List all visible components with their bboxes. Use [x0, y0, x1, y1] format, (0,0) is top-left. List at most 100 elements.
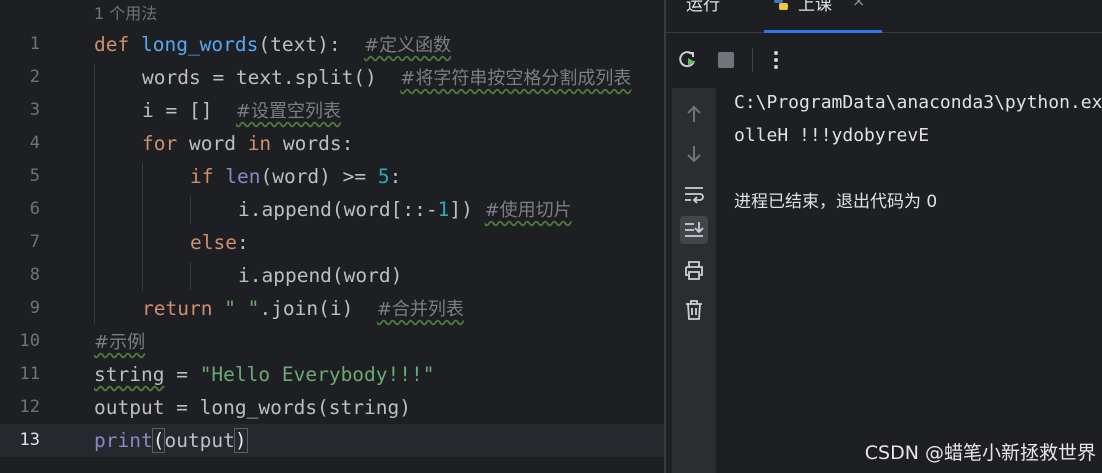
- code-line-13[interactable]: print(output): [94, 424, 248, 457]
- code-line-12[interactable]: output = long_words(string): [94, 391, 411, 424]
- console-output[interactable]: C:\ProgramData\anaconda3\python.exe olle…: [734, 88, 1102, 473]
- code-text: (text):: [258, 33, 365, 56]
- code-line-2[interactable]: words = text.split() #将字符串按空格分割成列表: [142, 61, 631, 94]
- code-text: =: [164, 363, 200, 386]
- indent-guide: [94, 64, 95, 324]
- line-number: 8: [29, 265, 40, 285]
- builtin-print: print: [94, 429, 153, 452]
- close-paren: ): [233, 428, 248, 453]
- line-number: 1: [29, 34, 40, 54]
- comment: #使用切片: [484, 200, 572, 221]
- line-number: 12: [19, 397, 40, 417]
- code-text: words = text.split(): [142, 66, 401, 89]
- code-text: i = []: [142, 99, 236, 122]
- code-line-5[interactable]: if len(word) >= 5:: [190, 160, 401, 193]
- arrow-up-icon[interactable]: [680, 100, 708, 128]
- indent-guide: [142, 163, 143, 291]
- code-text: i.append(word[::-: [238, 198, 438, 221]
- console-side-toolbar: [672, 88, 716, 473]
- code-text: word: [177, 132, 248, 155]
- line-number: 9: [29, 298, 40, 318]
- scroll-to-end-icon[interactable]: [680, 216, 708, 244]
- code-line-9[interactable]: return " ".join(i) #合并列表: [142, 292, 464, 325]
- line-number: 3: [29, 100, 40, 120]
- comment: #定义函数: [364, 35, 452, 56]
- watermark: CSDN @蜡笔小新拯救世界: [864, 442, 1096, 464]
- string-literal: "Hello Everybody!!!": [199, 363, 435, 386]
- number-literal: 1: [437, 198, 450, 221]
- code-line-3[interactable]: i = [] #设置空列表: [142, 94, 341, 127]
- code-line-6[interactable]: i.append(word[::-1]) #使用切片: [238, 193, 572, 226]
- code-line-7[interactable]: else:: [190, 226, 249, 259]
- comment: #设置空列表: [235, 101, 342, 122]
- variable-name: string: [94, 363, 165, 386]
- trash-icon[interactable]: [680, 296, 708, 324]
- code-text: (word) >=: [260, 165, 378, 188]
- line-number: 11: [19, 364, 40, 384]
- run-panel: 运行 上课 × C:\ProgramData\anaconda3\python.…: [666, 0, 1102, 473]
- print-icon[interactable]: [680, 256, 708, 284]
- line-gutter[interactable]: 1 2 3 4 5 6 7 8 9 10 11 12 13: [0, 0, 78, 473]
- code-text: :: [389, 165, 402, 188]
- line-number-current: 13: [19, 430, 40, 450]
- run-panel-title: 运行: [686, 0, 720, 15]
- code-text: i.append(word): [238, 264, 403, 287]
- stop-icon[interactable]: [712, 46, 740, 74]
- more-vertical-icon[interactable]: [762, 46, 790, 74]
- code-text: output: [164, 429, 235, 452]
- arrow-down-icon[interactable]: [680, 140, 708, 168]
- close-icon[interactable]: ×: [852, 0, 865, 10]
- python-icon: [774, 0, 788, 10]
- string-literal: " ": [224, 297, 260, 320]
- line-number: 4: [29, 133, 40, 153]
- indent-guide: [190, 196, 191, 224]
- rerun-icon-glyph: [679, 51, 695, 68]
- line-number: 5: [29, 166, 40, 186]
- active-tab-indicator: [764, 30, 882, 33]
- stop-square: [718, 52, 734, 68]
- run-toolbar: [666, 40, 1102, 80]
- code-line-11[interactable]: string = "Hello Everybody!!!": [94, 358, 435, 391]
- toolbar-separator: [752, 48, 753, 72]
- arrow-down-glyph: [687, 146, 701, 163]
- comment: #示例: [94, 332, 146, 353]
- console-line: olleH !!!ydobyrevE: [734, 125, 930, 146]
- run-config-tab[interactable]: 上课 ×: [764, 0, 882, 33]
- line-number: 6: [29, 199, 40, 219]
- keyword-if: if: [190, 165, 214, 188]
- console-line: C:\ProgramData\anaconda3\python.exe: [734, 92, 1102, 113]
- keyword-in: in: [247, 132, 272, 155]
- builtin-len: len: [225, 165, 261, 188]
- code-text: output = long_words(string): [94, 396, 411, 419]
- tab-label: 上课: [798, 0, 832, 15]
- print-glyph: [685, 261, 703, 280]
- more-dots: [774, 51, 778, 69]
- run-tab-bar: 运行 上课 ×: [666, 0, 1102, 33]
- indent-guide: [190, 262, 191, 290]
- console-exit-message: 进程已结束，退出代码为 0: [734, 192, 938, 212]
- soft-wrap-glyph: [685, 187, 704, 204]
- rerun-icon[interactable]: [674, 46, 702, 74]
- soft-wrap-icon[interactable]: [680, 180, 708, 208]
- code-text: words:: [271, 132, 354, 155]
- line-number: 10: [19, 331, 40, 351]
- keyword-for: for: [142, 132, 178, 155]
- keyword-def: def: [94, 33, 130, 56]
- scroll-to-end-glyph: [685, 222, 704, 237]
- ide-window: 1 个用法 1 2 3 4 5 6 7 8 9 10 11 12 13 def …: [0, 0, 1102, 473]
- code-editor[interactable]: 1 个用法 1 2 3 4 5 6 7 8 9 10 11 12 13 def …: [0, 0, 664, 473]
- open-paren: (: [151, 428, 166, 453]
- code-line-8[interactable]: i.append(word): [238, 259, 402, 292]
- code-text: .join(i): [259, 297, 377, 320]
- code-line-10[interactable]: #示例: [94, 325, 145, 358]
- number-literal: 5: [377, 165, 390, 188]
- keyword-else: else: [190, 231, 237, 254]
- code-line-1[interactable]: def long_words(text): #定义函数: [94, 28, 451, 61]
- trash-glyph: [686, 300, 702, 320]
- comment: #合并列表: [376, 299, 464, 320]
- usage-hint[interactable]: 1 个用法: [94, 0, 157, 28]
- code-text: ]): [449, 198, 485, 221]
- code-line-4[interactable]: for word in words:: [142, 127, 353, 160]
- arrow-up-glyph: [687, 105, 701, 122]
